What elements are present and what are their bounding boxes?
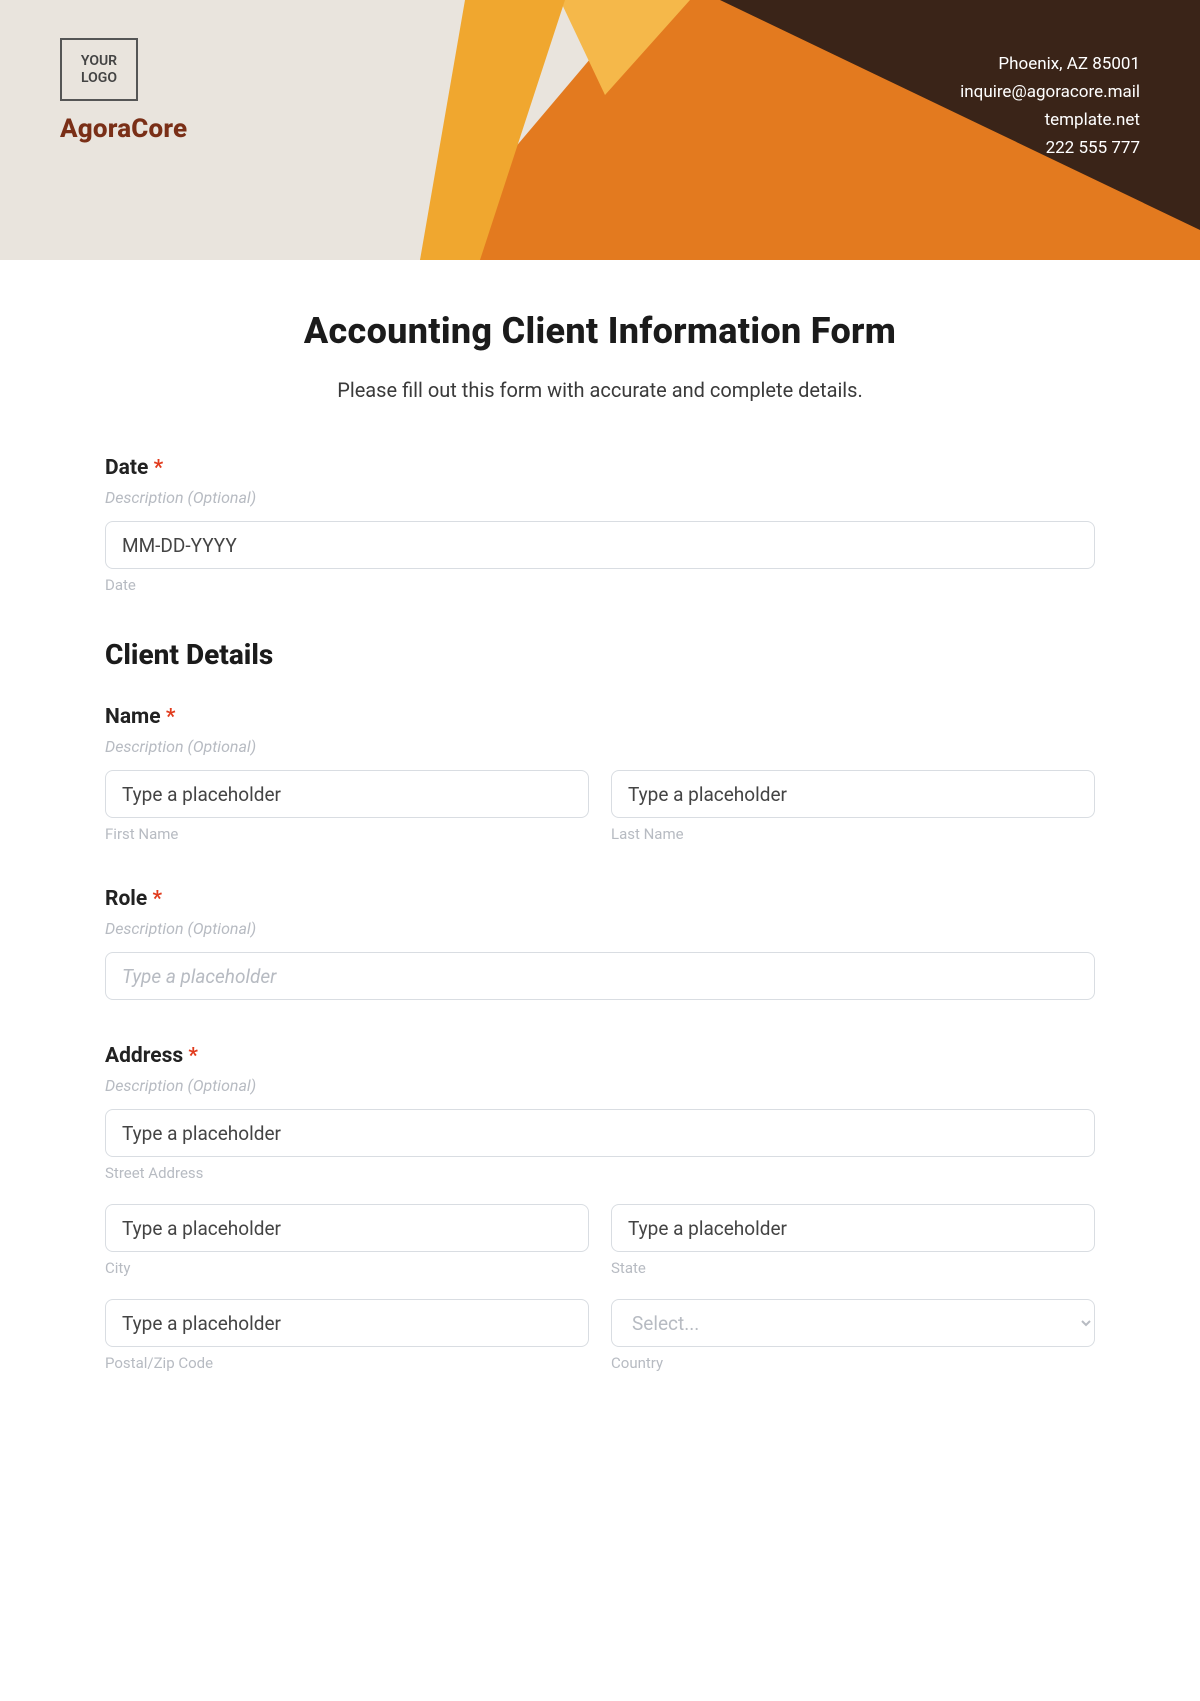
form-title: Accounting Client Information Form bbox=[105, 310, 1095, 352]
state-sublabel: State bbox=[611, 1259, 1095, 1277]
field-address: Address * Description (Optional) Street … bbox=[105, 1044, 1095, 1372]
last-name-sublabel: Last Name bbox=[611, 825, 1095, 843]
first-name-input[interactable] bbox=[105, 770, 589, 818]
role-description: Description (Optional) bbox=[105, 919, 1095, 938]
contact-block: Phoenix, AZ 85001 inquire@agoracore.mail… bbox=[960, 50, 1140, 162]
address-description: Description (Optional) bbox=[105, 1076, 1095, 1095]
field-date: Date * Description (Optional) Date bbox=[105, 456, 1095, 594]
contact-website: template.net bbox=[960, 106, 1140, 134]
contact-address: Phoenix, AZ 85001 bbox=[960, 50, 1140, 78]
last-name-input[interactable] bbox=[611, 770, 1095, 818]
form-container: Accounting Client Information Form Pleas… bbox=[0, 260, 1200, 1456]
state-input[interactable] bbox=[611, 1204, 1095, 1252]
field-name: Name * Description (Optional) First Name… bbox=[105, 705, 1095, 843]
date-description: Description (Optional) bbox=[105, 488, 1095, 507]
name-description: Description (Optional) bbox=[105, 737, 1095, 756]
field-role: Role * Description (Optional) bbox=[105, 887, 1095, 1000]
required-marker: * bbox=[154, 456, 164, 480]
section-client-details: Client Details bbox=[105, 638, 1095, 671]
brand-name: AgoraCore bbox=[60, 114, 187, 144]
postal-sublabel: Postal/Zip Code bbox=[105, 1354, 589, 1372]
postal-input[interactable] bbox=[105, 1299, 589, 1347]
role-label: Role * bbox=[105, 887, 1095, 911]
street-address-input[interactable] bbox=[105, 1109, 1095, 1157]
date-input[interactable] bbox=[105, 521, 1095, 569]
city-sublabel: City bbox=[105, 1259, 589, 1277]
required-marker: * bbox=[188, 1044, 198, 1068]
logo-placeholder: YOURLOGO bbox=[60, 38, 138, 101]
country-select[interactable]: Select... bbox=[611, 1299, 1095, 1347]
role-input[interactable] bbox=[105, 952, 1095, 1000]
required-marker: * bbox=[152, 887, 162, 911]
address-label: Address * bbox=[105, 1044, 1095, 1068]
city-input[interactable] bbox=[105, 1204, 589, 1252]
date-label: Date * bbox=[105, 456, 1095, 480]
name-label: Name * bbox=[105, 705, 1095, 729]
country-sublabel: Country bbox=[611, 1354, 1095, 1372]
street-address-sublabel: Street Address bbox=[105, 1164, 1095, 1182]
date-sublabel: Date bbox=[105, 576, 1095, 594]
page-header: YOURLOGO AgoraCore Phoenix, AZ 85001 inq… bbox=[0, 0, 1200, 260]
logo-text: YOURLOGO bbox=[81, 53, 117, 85]
contact-email: inquire@agoracore.mail bbox=[960, 78, 1140, 106]
form-subtitle: Please fill out this form with accurate … bbox=[105, 378, 1095, 402]
contact-phone: 222 555 777 bbox=[960, 134, 1140, 162]
first-name-sublabel: First Name bbox=[105, 825, 589, 843]
required-marker: * bbox=[166, 705, 176, 729]
